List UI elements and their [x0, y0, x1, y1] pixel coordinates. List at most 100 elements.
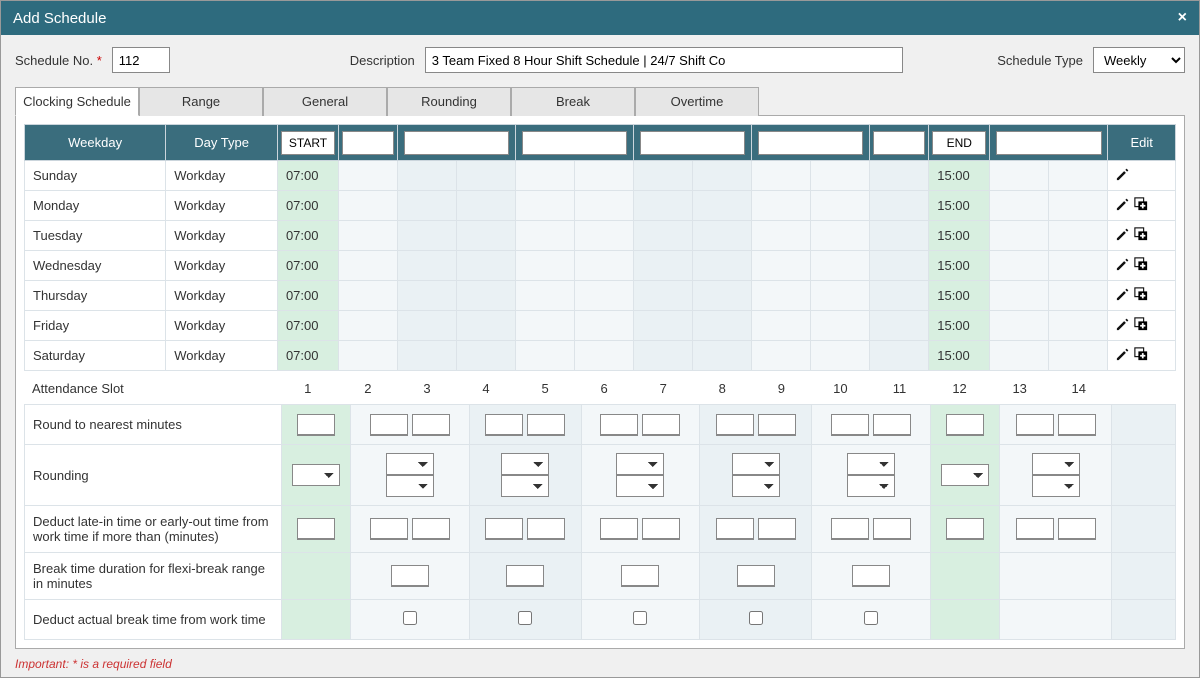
- rounding-11[interactable]: [847, 475, 895, 497]
- deduct-late-11[interactable]: [873, 518, 911, 540]
- tab-general[interactable]: General: [263, 87, 387, 116]
- round-min-7[interactable]: [642, 414, 680, 436]
- header-slot-5-6-input[interactable]: [522, 131, 627, 155]
- tab-overtime[interactable]: Overtime: [635, 87, 759, 116]
- rounding-12[interactable]: [941, 464, 989, 486]
- deduct-late-2[interactable]: [370, 518, 408, 540]
- rounding-4[interactable]: [501, 453, 549, 475]
- description-input[interactable]: [425, 47, 903, 73]
- pencil-icon[interactable]: [1116, 167, 1130, 181]
- break-dur-1[interactable]: [391, 565, 429, 587]
- deduct-actual-3[interactable]: [633, 611, 647, 625]
- rounding-13[interactable]: [1032, 453, 1080, 475]
- header-start-input[interactable]: [281, 131, 335, 155]
- header-slot-7-8-input[interactable]: [640, 131, 745, 155]
- cell-slot-5: [516, 251, 575, 281]
- header-slot-2-input[interactable]: [342, 131, 394, 155]
- round-min-13[interactable]: [1016, 414, 1054, 436]
- deduct-late-13[interactable]: [1016, 518, 1054, 540]
- break-dur-4[interactable]: [737, 565, 775, 587]
- copy-add-icon[interactable]: [1134, 197, 1148, 211]
- schedule-no-input[interactable]: [112, 47, 170, 73]
- break-dur-2[interactable]: [506, 565, 544, 587]
- round-min-6[interactable]: [600, 414, 638, 436]
- break-dur-5[interactable]: [852, 565, 890, 587]
- round-min-1[interactable]: [297, 414, 335, 436]
- table-row: WednesdayWorkday07:0015:00: [25, 251, 1176, 281]
- deduct-late-3[interactable]: [412, 518, 450, 540]
- pencil-icon[interactable]: [1116, 317, 1130, 331]
- break-dur-3[interactable]: [621, 565, 659, 587]
- cell-slot-13: [990, 161, 1049, 191]
- deduct-late-8[interactable]: [716, 518, 754, 540]
- pencil-icon[interactable]: [1116, 287, 1130, 301]
- pencil-icon[interactable]: [1116, 227, 1130, 241]
- rounding-6[interactable]: [616, 453, 664, 475]
- header-end-input[interactable]: [932, 131, 986, 155]
- rounding-5[interactable]: [501, 475, 549, 497]
- round-min-14[interactable]: [1058, 414, 1096, 436]
- cell-daytype: Workday: [166, 311, 278, 341]
- pencil-icon[interactable]: [1116, 257, 1130, 271]
- copy-add-icon[interactable]: [1134, 257, 1148, 271]
- deduct-late-5[interactable]: [527, 518, 565, 540]
- cell-daytype: Workday: [166, 221, 278, 251]
- cell-weekday: Tuesday: [25, 221, 166, 251]
- rounding-1[interactable]: [292, 464, 340, 486]
- cell-slot-10: [811, 251, 870, 281]
- cell-slot-2: [339, 311, 398, 341]
- rounding-14[interactable]: [1032, 475, 1080, 497]
- copy-add-icon[interactable]: [1134, 347, 1148, 361]
- round-min-4[interactable]: [485, 414, 523, 436]
- header-slot-13-14-input[interactable]: [996, 131, 1101, 155]
- deduct-late-9[interactable]: [758, 518, 796, 540]
- round-min-12[interactable]: [946, 414, 984, 436]
- tab-break[interactable]: Break: [511, 87, 635, 116]
- cell-slot-11: [870, 221, 929, 251]
- header-slot-3-4-input[interactable]: [404, 131, 509, 155]
- deduct-actual-5[interactable]: [864, 611, 878, 625]
- round-min-11[interactable]: [873, 414, 911, 436]
- rounding-3[interactable]: [386, 475, 434, 497]
- rounding-9[interactable]: [732, 475, 780, 497]
- cell-slot-13: [990, 191, 1049, 221]
- deduct-actual-2[interactable]: [518, 611, 532, 625]
- close-icon[interactable]: ×: [1178, 9, 1187, 27]
- rounding-10[interactable]: [847, 453, 895, 475]
- header-slot-9-10-input[interactable]: [758, 131, 863, 155]
- round-min-5[interactable]: [527, 414, 565, 436]
- deduct-late-10[interactable]: [831, 518, 869, 540]
- header-slot-11-input[interactable]: [873, 131, 925, 155]
- cell-slot-11: [870, 251, 929, 281]
- tab-clocking-schedule[interactable]: Clocking Schedule: [15, 87, 139, 116]
- deduct-late-6[interactable]: [600, 518, 638, 540]
- deduct-actual-1[interactable]: [403, 611, 417, 625]
- copy-add-icon[interactable]: [1134, 227, 1148, 241]
- deduct-late-14[interactable]: [1058, 518, 1096, 540]
- deduct-late-12[interactable]: [946, 518, 984, 540]
- cell-edit: [1108, 341, 1176, 371]
- cell-slot-4: [457, 191, 516, 221]
- round-min-8[interactable]: [716, 414, 754, 436]
- copy-add-icon[interactable]: [1134, 287, 1148, 301]
- rounding-2[interactable]: [386, 453, 434, 475]
- rounding-7[interactable]: [616, 475, 664, 497]
- round-min-3[interactable]: [412, 414, 450, 436]
- table-row: SundayWorkday07:0015:00: [25, 161, 1176, 191]
- tab-range[interactable]: Range: [139, 87, 263, 116]
- deduct-late-1[interactable]: [297, 518, 335, 540]
- tab-rounding[interactable]: Rounding: [387, 87, 511, 116]
- rounding-8[interactable]: [732, 453, 780, 475]
- deduct-late-7[interactable]: [642, 518, 680, 540]
- deduct-actual-4[interactable]: [749, 611, 763, 625]
- pencil-icon[interactable]: [1116, 347, 1130, 361]
- round-min-10[interactable]: [831, 414, 869, 436]
- pencil-icon[interactable]: [1116, 197, 1130, 211]
- schedule-type-select[interactable]: Weekly: [1093, 47, 1185, 73]
- dialog-title: Add Schedule: [13, 10, 106, 27]
- round-min-9[interactable]: [758, 414, 796, 436]
- cell-edit: [1108, 191, 1176, 221]
- round-min-2[interactable]: [370, 414, 408, 436]
- copy-add-icon[interactable]: [1134, 317, 1148, 331]
- deduct-late-4[interactable]: [485, 518, 523, 540]
